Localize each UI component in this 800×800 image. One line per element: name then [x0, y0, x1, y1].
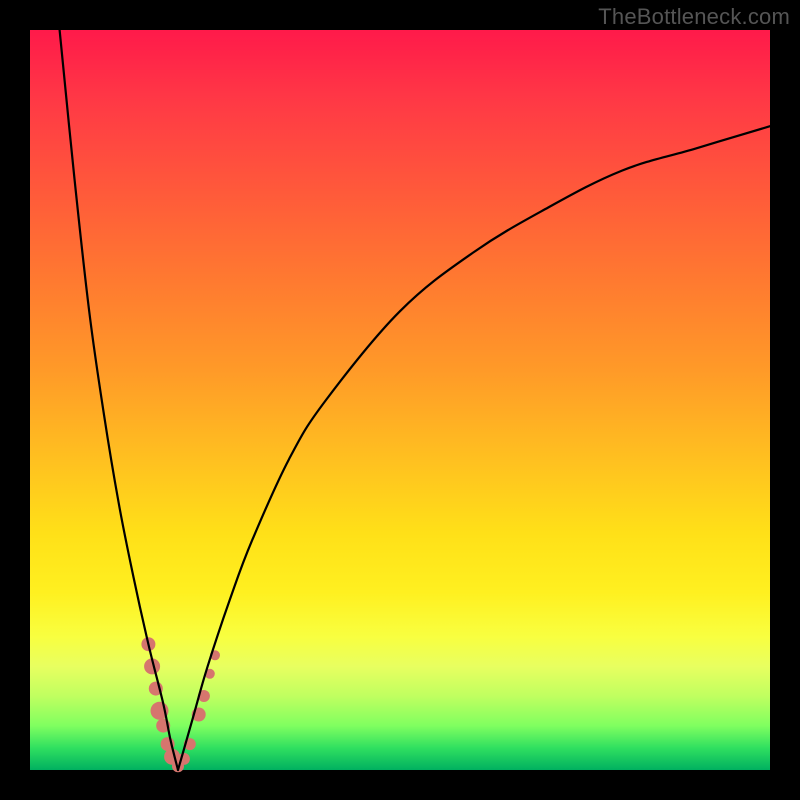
chart-frame: TheBottleneck.com: [0, 0, 800, 800]
plot-area: [30, 30, 770, 770]
chart-svg: [30, 30, 770, 770]
left-branch-curve: [60, 30, 178, 770]
marker-layer: [141, 637, 220, 772]
right-branch-curve: [178, 126, 770, 770]
watermark-text: TheBottleneck.com: [598, 4, 790, 30]
